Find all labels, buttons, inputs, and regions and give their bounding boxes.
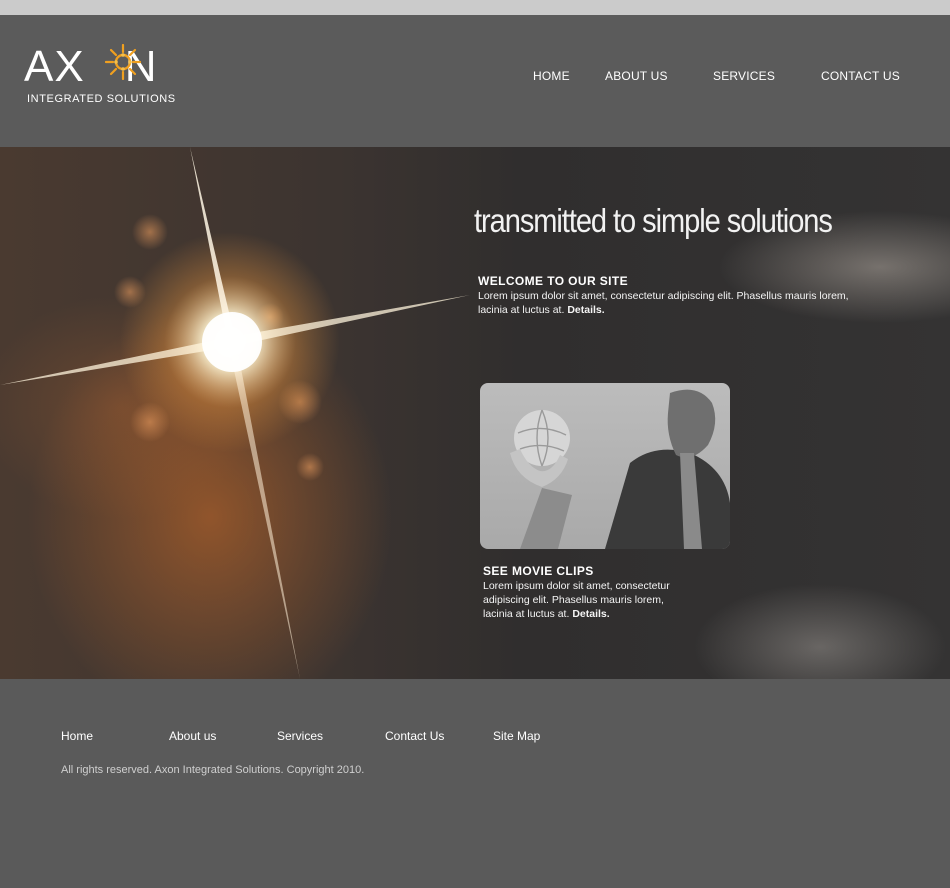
businessman-globe-photo[interactable] <box>480 383 730 549</box>
welcome-details-link[interactable]: Details. <box>567 304 604 316</box>
welcome-text: Lorem ipsum dolor sit amet, consectetur … <box>478 289 863 317</box>
welcome-body: Lorem ipsum dolor sit amet, consectetur … <box>478 290 849 316</box>
nav-contact-us[interactable]: CONTACT US <box>821 69 900 83</box>
hero-banner: transmitted to simple solutions WELCOME … <box>0 147 950 679</box>
logo-tagline: INTEGRATED SOLUTIONS <box>27 93 176 105</box>
footer-link-services[interactable]: Services <box>277 729 323 743</box>
copyright-text: All rights reserved. Axon Integrated Sol… <box>61 764 365 776</box>
site-footer: Home About us Services Contact Us Site M… <box>0 679 950 888</box>
logo-text-left: AX <box>24 42 85 91</box>
light-flare-image <box>0 147 470 679</box>
movies-details-link[interactable]: Details. <box>572 608 609 620</box>
axon-logo[interactable]: AX N INTEGRATED SOLUTIONS <box>24 42 194 109</box>
top-strip <box>0 0 950 15</box>
footer-link-home[interactable]: Home <box>61 729 93 743</box>
nav-home[interactable]: HOME <box>533 69 570 83</box>
nav-services[interactable]: SERVICES <box>713 69 775 83</box>
welcome-title: WELCOME TO OUR SITE <box>478 274 629 288</box>
sun-icon <box>105 44 141 80</box>
footer-link-contact-us[interactable]: Contact Us <box>385 729 444 743</box>
hero-headline: transmitted to simple solutions <box>474 202 833 239</box>
movies-title: SEE MOVIE CLIPS <box>483 564 594 578</box>
photo-illustration <box>510 389 730 549</box>
movies-text: Lorem ipsum dolor sit amet, consectetur … <box>483 579 693 621</box>
nav-about-us[interactable]: ABOUT US <box>605 69 668 83</box>
footer-link-site-map[interactable]: Site Map <box>493 729 540 743</box>
footer-link-about-us[interactable]: About us <box>169 729 216 743</box>
site-header: AX N INTEGRATED SOLUTIONS HOME ABOUT US S… <box>0 15 950 147</box>
